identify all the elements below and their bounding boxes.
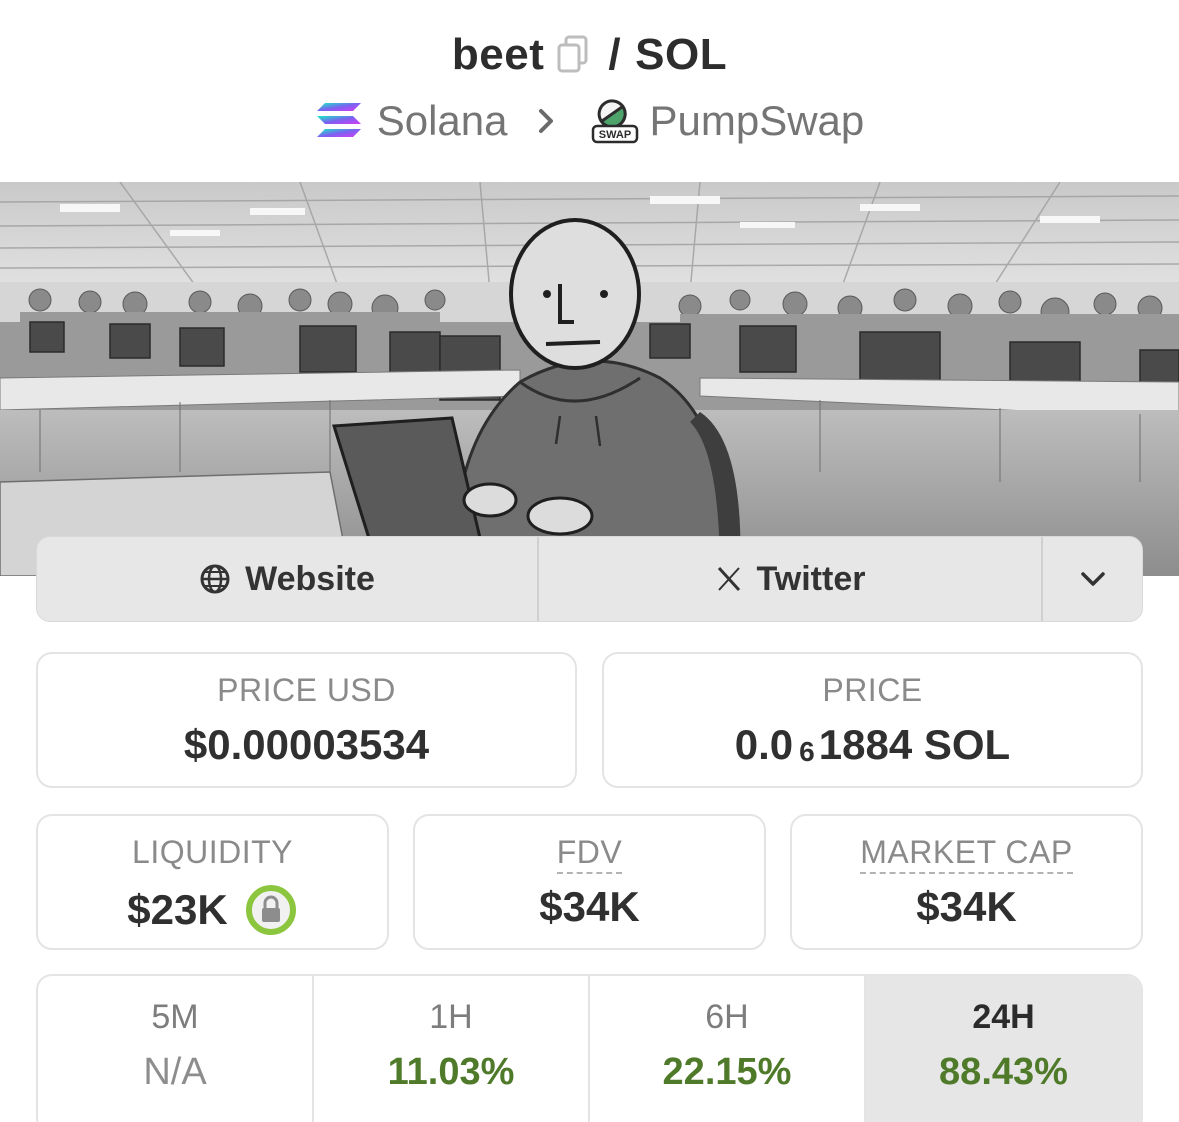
timeframe-label: 24H	[972, 998, 1035, 1036]
timeframe-change: 22.15%	[662, 1051, 792, 1093]
price-usd-card: PRICE USD $0.00003534	[36, 652, 577, 788]
globe-icon	[200, 564, 230, 594]
timeframe-5m[interactable]: 5M N/A	[38, 976, 314, 1122]
timeframe-24h[interactable]: 24H 88.43%	[866, 976, 1141, 1122]
chain-link[interactable]: Solana	[377, 97, 508, 145]
liquidity-card: LIQUIDITY $23K	[36, 814, 389, 950]
price-native-value: 0.0 6 1884 SOL	[604, 721, 1141, 769]
token-banner-image	[0, 182, 1179, 576]
x-logo-icon	[717, 566, 740, 592]
price-change-timeframes: 5M N/A 1H 11.03% 6H 22.15% 24H 88.43%	[36, 974, 1143, 1122]
price-usd-value: $0.00003534	[183, 721, 430, 768]
twitter-label: Twitter	[756, 559, 866, 598]
office-npc-illustration	[0, 182, 1179, 576]
price-prefix: 0.0	[734, 721, 794, 768]
twitter-button[interactable]: Twitter	[539, 537, 1043, 621]
market-cap-value: $34K	[916, 883, 1017, 930]
chevron-right-icon	[538, 109, 553, 133]
solana-logo-icon	[316, 103, 361, 137]
timeframe-1h[interactable]: 1H 11.03%	[314, 976, 590, 1122]
swap-logo-text: SWAP	[598, 129, 630, 141]
fdv-label[interactable]: FDV	[415, 834, 764, 874]
fdv-value: $34K	[539, 883, 640, 930]
quote-symbol: SOL	[635, 30, 728, 79]
chevron-down-icon	[1080, 572, 1105, 586]
market-cap-label[interactable]: MARKET CAP	[792, 834, 1141, 874]
liquidity-value: $23K	[127, 886, 228, 933]
dex-link[interactable]: PumpSwap	[650, 97, 865, 145]
timeframe-label: 5M	[151, 998, 199, 1036]
fdv-card: FDV $34K	[413, 814, 766, 950]
pair-header: beet / SOL Solana SWAP PumpSwap	[0, 0, 1179, 180]
more-links-button[interactable]	[1043, 537, 1142, 621]
token-symbol: beet	[451, 30, 545, 79]
pair-title: beet / SOL	[0, 30, 1179, 80]
social-links-bar: Website Twitter	[36, 536, 1143, 622]
timeframe-label: 6H	[705, 998, 749, 1036]
website-label: Website	[245, 559, 375, 598]
timeframe-change: N/A	[143, 1051, 207, 1093]
timeframe-6h[interactable]: 6H 22.15%	[590, 976, 866, 1122]
market-cap-card: MARKET CAP $34K	[790, 814, 1143, 950]
lock-icon[interactable]	[244, 883, 298, 937]
website-button[interactable]: Website	[37, 537, 539, 621]
price-native-card: PRICE 0.0 6 1884 SOL	[602, 652, 1143, 788]
copy-icon[interactable]	[556, 35, 590, 75]
price-usd-label: PRICE USD	[217, 672, 396, 708]
timeframe-change: 88.43%	[939, 1051, 1068, 1093]
pair-separator: /	[608, 30, 622, 79]
liquidity-value-row: $23K	[38, 883, 387, 937]
price-native-label: PRICE	[822, 672, 923, 708]
timeframe-label: 1H	[429, 998, 473, 1036]
timeframe-change: 11.03%	[387, 1051, 515, 1093]
price-zero-count: 6	[799, 736, 815, 767]
liquidity-label: LIQUIDITY	[132, 834, 293, 870]
pumpswap-logo-icon: SWAP	[591, 99, 638, 144]
breadcrumb: Solana SWAP PumpSwap	[0, 96, 1179, 146]
price-suffix: 1884 SOL	[818, 721, 1011, 768]
